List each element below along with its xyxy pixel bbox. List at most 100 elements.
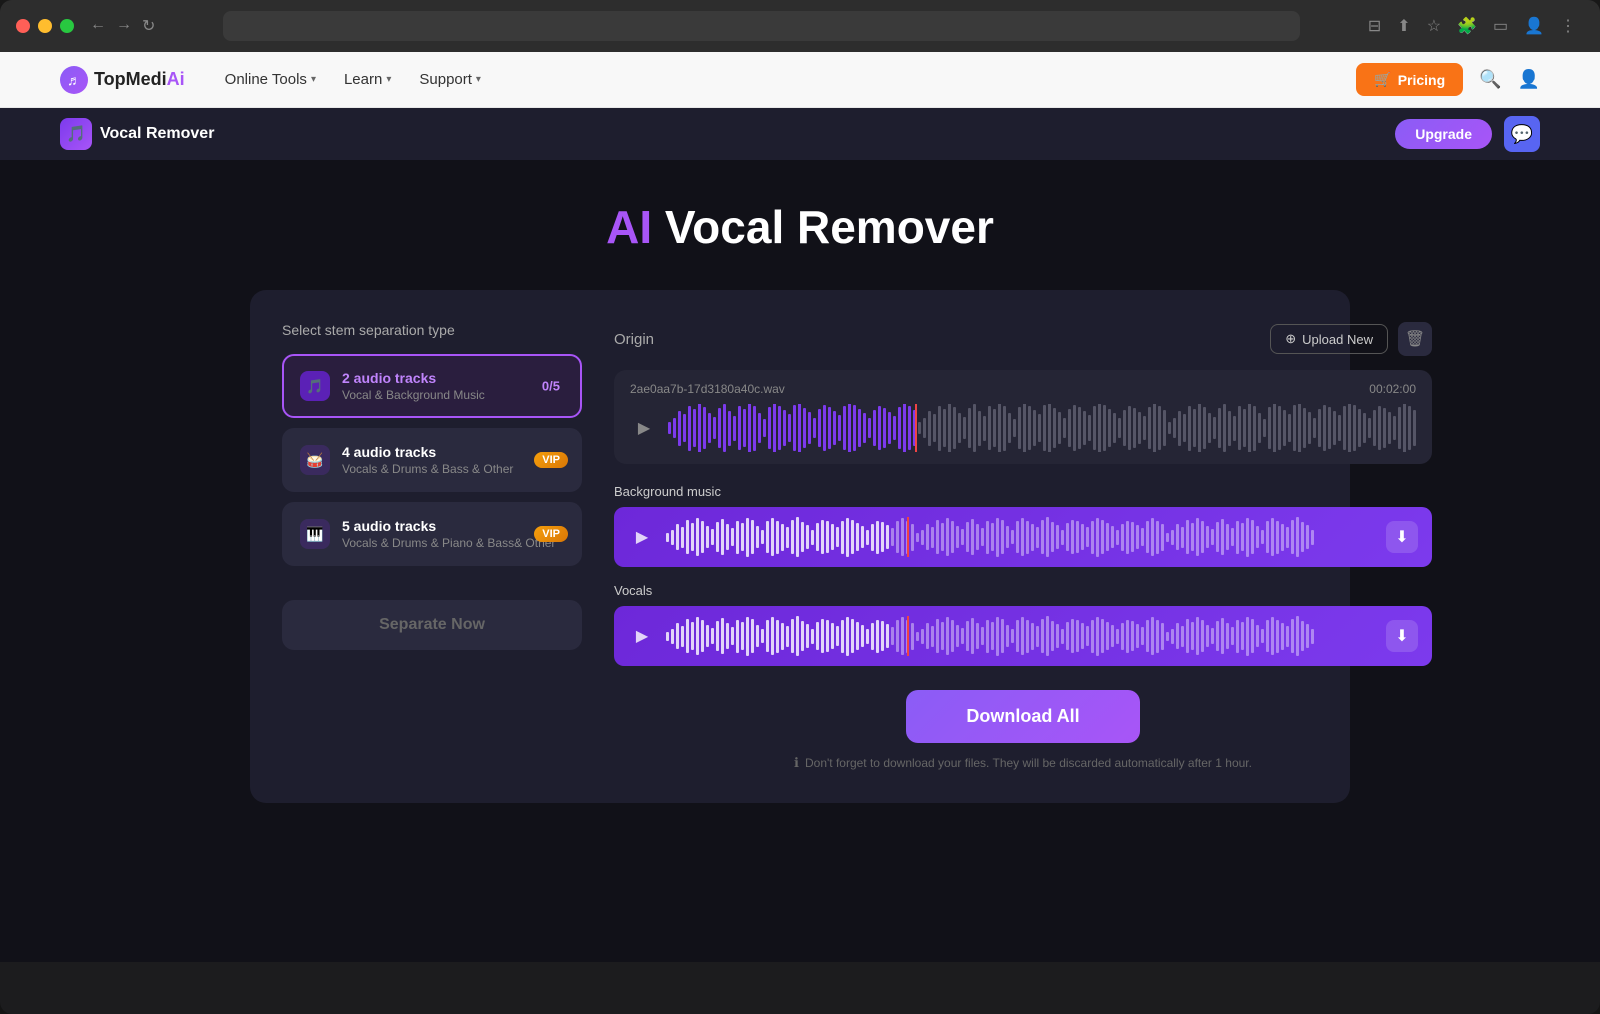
support-label: Support [419,71,472,88]
track-5-info: 5 audio tracks Vocals & Drums & Piano & … [342,518,564,550]
browser-forward-button[interactable]: → [116,16,132,36]
track-option-5[interactable]: 🎹 5 audio tracks Vocals & Drums & Piano … [282,502,582,566]
download-all-section: Download All ℹ Don't forget to download … [614,690,1432,771]
mac-minimize-button[interactable] [38,19,52,33]
mac-window: ← → ↻ ⊟ ⬆ ☆ 🧩 ▭ 👤 ⋮ ♬ TopMediAi [0,0,1600,1014]
left-panel: Select stem separation type 🎵 2 audio tr… [282,322,582,771]
browser-menu-icon[interactable]: ⋮ [1560,16,1576,36]
app-logo: 🎵 Vocal Remover [60,118,214,150]
track-option-2[interactable]: 🎵 2 audio tracks Vocal & Background Musi… [282,354,582,418]
nav-support[interactable]: Support ▾ [419,71,481,88]
vocals-waveform[interactable] [666,616,1376,656]
app-logo-icon: 🎵 [60,118,92,150]
page-title-rest: Vocal Remover [652,201,994,253]
waveform-row: ▶ [630,404,1416,452]
upgrade-button[interactable]: Upgrade [1395,119,1492,149]
track-option-4[interactable]: 🥁 4 audio tracks Vocals & Drums & Bass &… [282,428,582,492]
vocals-play-button[interactable]: ▶ [628,622,656,650]
delete-button[interactable]: 🗑 [1398,322,1432,356]
nav-links: Online Tools ▾ Learn ▾ Support ▾ [225,71,481,88]
nav-learn[interactable]: Learn ▾ [344,71,391,88]
track-5-icon: 🎹 [300,519,330,549]
browser-toolbar-icons: ⊟ ⬆ ☆ 🧩 ▭ 👤 ⋮ [1368,16,1576,36]
search-icon[interactable]: 🔍 [1479,69,1501,90]
background-waveform[interactable] [666,517,1376,557]
track-2-icon: 🎵 [300,371,330,401]
download-all-button[interactable]: Download All [906,690,1139,743]
app-logo-text: Vocal Remover [100,125,214,143]
browser-back-button[interactable]: ← [90,16,106,36]
download-note: ℹ Don't forget to download your files. T… [614,755,1432,771]
delete-icon: 🗑 [1405,329,1425,349]
site-logo[interactable]: ♬ TopMediAi [60,66,185,94]
browser-extension-icon[interactable]: 🧩 [1457,16,1477,36]
origin-waveform-container: 2ae0aa7b-17d3180a40c.wav 00:02:00 ▶ [614,370,1432,464]
main-content: AI Vocal Remover Select stem separation … [0,160,1600,962]
browser-split-icon[interactable]: ▭ [1493,16,1508,36]
pricing-label: Pricing [1398,72,1445,88]
pricing-cart-icon: 🛒 [1374,71,1391,88]
browser-refresh-button[interactable]: ↻ [142,16,155,36]
track-2-name: 2 audio tracks [342,370,564,386]
info-icon: ℹ [794,755,799,771]
main-card: Select stem separation type 🎵 2 audio tr… [250,290,1350,803]
upload-new-button[interactable]: ⊕ Upload New [1270,324,1388,354]
track-5-desc: Vocals & Drums & Piano & Bass& Other [342,536,564,550]
page-title-ai: AI [606,201,652,253]
upload-new-label: Upload New [1302,332,1373,347]
section-label: Select stem separation type [282,322,582,338]
mac-close-button[interactable] [16,19,30,33]
online-tools-label: Online Tools [225,71,307,88]
origin-play-button[interactable]: ▶ [630,414,658,442]
duration-text: 00:02:00 [1369,382,1416,396]
user-icon[interactable]: 👤 [1518,69,1540,90]
track-4-name: 4 audio tracks [342,444,564,460]
waveform-filename-row: 2ae0aa7b-17d3180a40c.wav 00:02:00 [630,382,1416,396]
background-play-button[interactable]: ▶ [628,523,656,551]
browser-bookmark-icon[interactable]: ☆ [1427,16,1441,36]
discord-button[interactable]: 💬 [1504,116,1540,152]
background-music-label: Background music [614,484,1432,499]
nav-online-tools[interactable]: Online Tools ▾ [225,71,316,88]
browser-tab-icon[interactable]: ⊟ [1368,16,1381,36]
track-2-desc: Vocal & Background Music [342,388,564,402]
logo-text: TopMediAi [94,69,185,90]
discord-icon: 💬 [1511,124,1533,145]
vocals-waveform-row: ▶ ⬇ [614,606,1432,666]
track-4-icon: 🥁 [300,445,330,475]
track-2-info: 2 audio tracks Vocal & Background Music [342,370,564,402]
nav-right: 🛒 Pricing 🔍 👤 [1356,63,1540,96]
separate-now-button[interactable]: Separate Now [282,600,582,650]
origin-header: Origin ⊕ Upload New 🗑 [614,322,1432,356]
vocals-download-button[interactable]: ⬇ [1386,620,1418,652]
pricing-button[interactable]: 🛒 Pricing [1356,63,1463,96]
background-playhead [907,517,909,557]
address-bar[interactable] [223,11,1299,41]
origin-actions: ⊕ Upload New 🗑 [1270,322,1432,356]
vocals-download-icon: ⬇ [1395,626,1408,646]
logo-music-icon: ♬ [67,72,81,88]
background-download-button[interactable]: ⬇ [1386,521,1418,553]
track-4-info: 4 audio tracks Vocals & Drums & Bass & O… [342,444,564,476]
vocals-label: Vocals [614,583,1432,598]
learn-label: Learn [344,71,382,88]
background-download-icon: ⬇ [1395,527,1408,547]
origin-label: Origin [614,331,654,348]
vocals-playhead [907,616,909,656]
origin-waveform[interactable] [668,404,1416,452]
app-logo-music-icon: 🎵 [66,124,86,144]
page-title: AI Vocal Remover [60,200,1540,254]
right-panel: Origin ⊕ Upload New 🗑 2ae0aa7b-1 [614,322,1432,771]
mac-maximize-button[interactable] [60,19,74,33]
browser-share-icon[interactable]: ⬆ [1397,16,1410,36]
filename-text: 2ae0aa7b-17d3180a40c.wav [630,382,785,396]
track-2-counter: 0/5 [534,377,568,396]
track-5-vip: VIP [534,526,568,542]
background-music-track: Background music ▶ ⬇ [614,484,1432,567]
background-music-waveform-row: ▶ ⬇ [614,507,1432,567]
browser-profile-icon[interactable]: 👤 [1524,16,1544,36]
app-header: 🎵 Vocal Remover Upgrade 💬 [0,108,1600,160]
learn-chevron-icon: ▾ [386,74,391,85]
vocals-track: Vocals ▶ ⬇ [614,583,1432,666]
origin-playhead [915,404,917,452]
